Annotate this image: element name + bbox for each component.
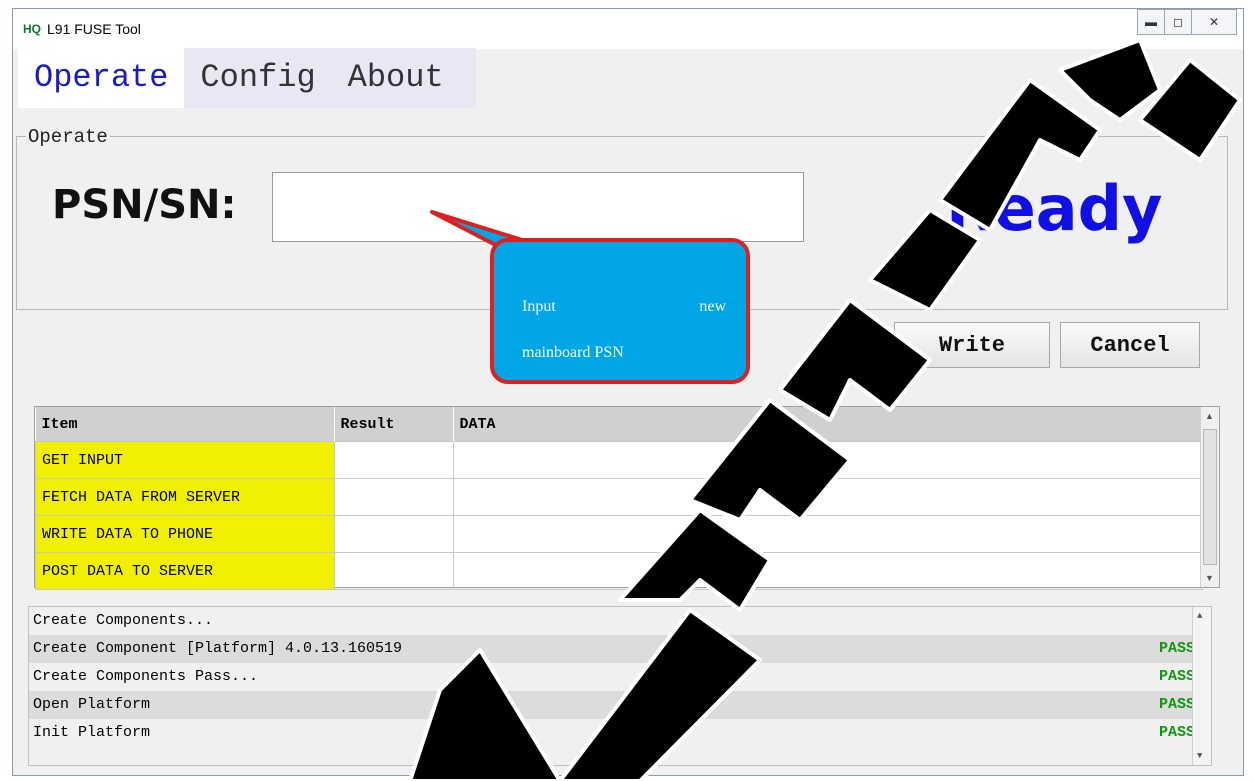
row-result — [333, 552, 454, 590]
callout-word-input: Input — [522, 298, 556, 315]
row-item: WRITE DATA TO PHONE — [35, 515, 335, 553]
table-row[interactable]: GET INPUT — [35, 441, 1203, 479]
table-row[interactable]: WRITE DATA TO PHONE — [35, 515, 1203, 553]
callout-word-new: new — [699, 298, 726, 315]
log-row: Create Components Pass... PASS — [29, 663, 1211, 691]
table-row[interactable]: POST DATA TO SERVER — [35, 552, 1203, 590]
log-row: Init Platform PASS — [29, 719, 1211, 747]
log-text: Create Component [Platform] 4.0.13.16051… — [33, 640, 403, 657]
callout-line-2: mainboard PSN — [522, 344, 624, 361]
row-item: POST DATA TO SERVER — [35, 552, 335, 590]
log-text: Init Platform — [33, 724, 151, 741]
result-table: Item Result DATA GET INPUT FETCH DATA FR… — [35, 407, 1203, 590]
row-result — [333, 478, 454, 516]
column-header-data[interactable]: DATA — [453, 407, 1203, 442]
grid-scrollbar-thumb[interactable] — [1203, 429, 1217, 565]
log-result: PASS — [1158, 640, 1195, 657]
row-data — [452, 478, 1203, 516]
callout-line-1: Input new — [522, 298, 726, 316]
column-header-result[interactable]: Result — [334, 407, 454, 442]
row-result — [333, 441, 454, 479]
scroll-up-icon[interactable]: ▲ — [1197, 611, 1202, 621]
scroll-up-icon[interactable]: ▲ — [1205, 411, 1214, 421]
log-row: Create Components... — [29, 607, 1211, 635]
log-result: PASS — [1158, 696, 1195, 713]
log-text: Create Components Pass... — [33, 668, 259, 685]
table-row[interactable]: FETCH DATA FROM SERVER — [35, 478, 1203, 516]
callout-annotation: Input new mainboard PSN — [490, 238, 750, 384]
log-row: Create Component [Platform] 4.0.13.16051… — [29, 635, 1211, 663]
scroll-down-icon[interactable]: ▼ — [1197, 751, 1202, 761]
log-text: Create Components... — [33, 612, 214, 629]
row-data — [452, 441, 1203, 479]
row-result — [333, 515, 454, 553]
column-header-item[interactable]: Item — [35, 407, 335, 442]
log-row: Open Platform PASS — [29, 691, 1211, 719]
grid-scrollbar[interactable]: ▲ ▼ — [1200, 407, 1219, 587]
row-item: FETCH DATA FROM SERVER — [35, 478, 335, 516]
log-panel: Create Components... Create Component [P… — [28, 606, 1212, 766]
row-item: GET INPUT — [35, 441, 335, 479]
log-text: Open Platform — [33, 696, 151, 713]
result-grid: Item Result DATA GET INPUT FETCH DATA FR… — [34, 406, 1220, 590]
log-result: PASS — [1158, 724, 1195, 741]
log-result: PASS — [1158, 668, 1195, 685]
log-scrollbar[interactable]: ▲ ▼ — [1192, 607, 1211, 765]
scroll-down-icon[interactable]: ▼ — [1205, 573, 1214, 583]
row-data — [452, 515, 1203, 553]
row-data — [452, 552, 1203, 590]
